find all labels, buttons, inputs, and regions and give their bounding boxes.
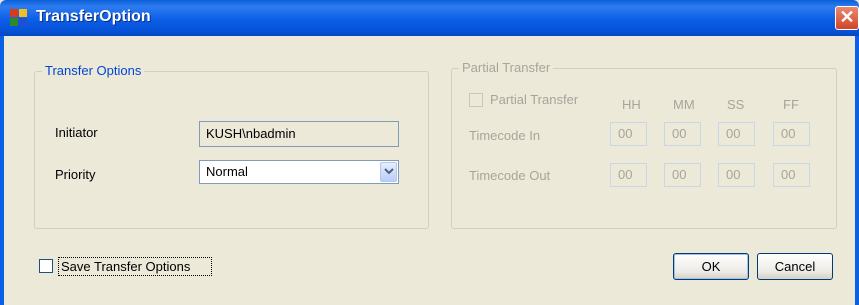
window-title: TransferOption xyxy=(36,8,151,25)
initiator-label: Initiator xyxy=(55,125,98,140)
timecode-out-ff[interactable]: 00 xyxy=(773,163,810,187)
column-header-hh: HH xyxy=(622,97,641,112)
timecode-in-label: Timecode In xyxy=(469,128,541,143)
timecode-out-mm[interactable]: 00 xyxy=(664,163,701,187)
timecode-in-ff[interactable]: 00 xyxy=(773,122,810,146)
window-frame-right xyxy=(855,36,859,305)
timecode-out-ss[interactable]: 00 xyxy=(718,163,755,187)
close-button[interactable]: ✕ xyxy=(835,6,859,30)
app-window-icon xyxy=(10,9,28,27)
timecode-out-label: Timecode Out xyxy=(469,168,551,183)
priority-select[interactable]: Normal xyxy=(199,160,399,184)
transfer-option-dialog: TransferOption ✕ Transfer Options Initia… xyxy=(0,0,859,305)
transfer-options-legend: Transfer Options xyxy=(42,63,145,78)
timecode-in-hh[interactable]: 00 xyxy=(610,122,647,146)
column-header-ss: SS xyxy=(727,97,745,112)
partial-transfer-legend: Partial Transfer xyxy=(459,60,554,75)
ok-button[interactable]: OK xyxy=(673,253,749,280)
save-transfer-options-checkbox[interactable] xyxy=(39,259,53,273)
window-frame-left xyxy=(0,36,4,305)
initiator-field[interactable]: KUSH\nbadmin xyxy=(199,121,399,147)
partial-transfer-checkbox[interactable] xyxy=(469,93,483,107)
close-icon: ✕ xyxy=(839,7,855,27)
save-transfer-options-label[interactable]: Save Transfer Options xyxy=(61,259,190,274)
transfer-options-group: Transfer Options xyxy=(34,63,429,229)
timecode-in-ss[interactable]: 00 xyxy=(718,122,755,146)
priority-selected-value: Normal xyxy=(206,164,248,179)
timecode-in-mm[interactable]: 00 xyxy=(664,122,701,146)
title-bar[interactable]: TransferOption ✕ xyxy=(0,0,859,36)
cancel-button[interactable]: Cancel xyxy=(757,253,833,280)
chevron-down-icon[interactable] xyxy=(380,162,397,182)
priority-label: Priority xyxy=(55,167,96,182)
column-header-ff: FF xyxy=(783,97,799,112)
column-header-mm: MM xyxy=(673,97,695,112)
timecode-out-hh[interactable]: 00 xyxy=(610,163,647,187)
partial-transfer-checkbox-label: Partial Transfer xyxy=(490,92,579,107)
